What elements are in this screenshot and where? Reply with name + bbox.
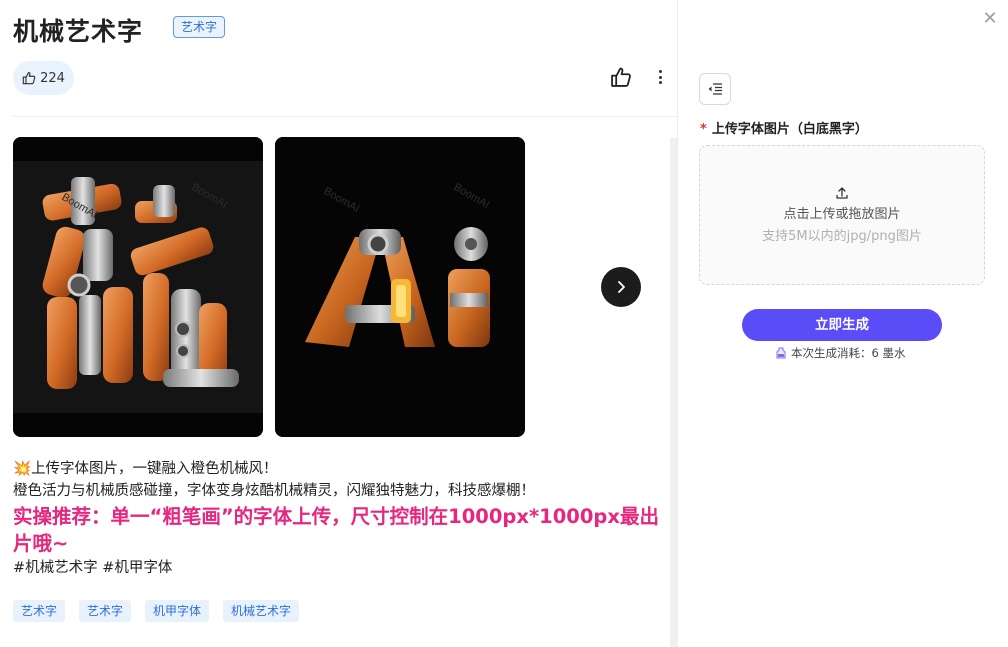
gallery-image-2[interactable]: BoomAI BoomAI xyxy=(275,137,525,437)
thumb-up-icon xyxy=(611,67,631,87)
ink-bottle-icon xyxy=(776,347,786,359)
upload-label-text: 上传字体图片（白底黑字） xyxy=(711,122,868,137)
tag-item[interactable]: 机械艺术字 xyxy=(223,600,300,622)
tag-item[interactable]: 艺术字 xyxy=(79,600,132,622)
scrollbar[interactable] xyxy=(670,138,677,647)
like-count: 224 xyxy=(40,70,65,86)
upload-label: * 上传字体图片（白底黑字） xyxy=(700,118,868,137)
chevron-right-icon xyxy=(618,281,625,293)
description-line-2: 橙色活力与机械质感碰撞，字体变身炫酷机械精灵，闪耀独特魅力，科技感爆棚！ xyxy=(13,483,535,499)
required-mark: * xyxy=(700,122,707,137)
cost-text: 本次生成消耗：6 墨水 xyxy=(791,346,906,360)
like-button[interactable]: 224 xyxy=(13,61,74,95)
tag-item[interactable]: 机甲字体 xyxy=(145,600,210,622)
tag-item[interactable]: 艺术字 xyxy=(13,600,66,622)
explosion-icon: 💥 xyxy=(13,461,32,477)
panel-divider xyxy=(677,0,678,647)
collapse-panel-button[interactable] xyxy=(699,73,731,105)
collapse-menu-icon xyxy=(708,83,722,95)
generate-button[interactable]: 立即生成 xyxy=(742,309,942,341)
gallery-image-1[interactable]: BoomAI BoomAI xyxy=(13,137,263,437)
close-icon: ✕ xyxy=(982,8,998,29)
category-tag: 艺术字 xyxy=(173,16,226,38)
cost-info: 本次生成消耗：6 墨水 xyxy=(775,345,905,361)
upload-text: 点击上传或拖放图片 xyxy=(783,207,901,222)
ai-lettering-artwork: BoomAI BoomAI xyxy=(275,137,525,437)
description-highlight: 实操推荐：单一“粗笔画”的字体上传，尺寸控制在1000px*1000px最出片哦… xyxy=(13,505,659,555)
upload-hint: 支持5M以内的jpg/png图片 xyxy=(762,229,922,244)
upload-dropzone[interactable]: 点击上传或拖放图片 支持5M以内的jpg/png图片 xyxy=(699,145,985,285)
more-options-button[interactable] xyxy=(650,66,670,88)
thumb-up-icon xyxy=(22,72,36,85)
hashtags: #机械艺术字 #机甲字体 xyxy=(13,560,173,576)
dragon-character-artwork: BoomAI BoomAI xyxy=(13,137,263,437)
description: 💥上传字体图片，一键融入橙色机械风！ 橙色活力与机械质感碰撞，字体变身炫酷机械精… xyxy=(13,458,663,579)
more-vertical-icon xyxy=(658,70,662,73)
thumb-up-button[interactable] xyxy=(610,66,632,88)
description-line-1: 上传字体图片，一键融入橙色机械风！ xyxy=(31,461,278,477)
close-button[interactable]: ✕ xyxy=(980,9,1000,29)
next-image-button[interactable] xyxy=(601,267,641,307)
upload-icon xyxy=(836,187,848,199)
divider xyxy=(13,116,677,117)
page-title: 机械艺术字 xyxy=(13,17,144,46)
tag-list: 艺术字 艺术字 机甲字体 机械艺术字 xyxy=(13,600,300,622)
